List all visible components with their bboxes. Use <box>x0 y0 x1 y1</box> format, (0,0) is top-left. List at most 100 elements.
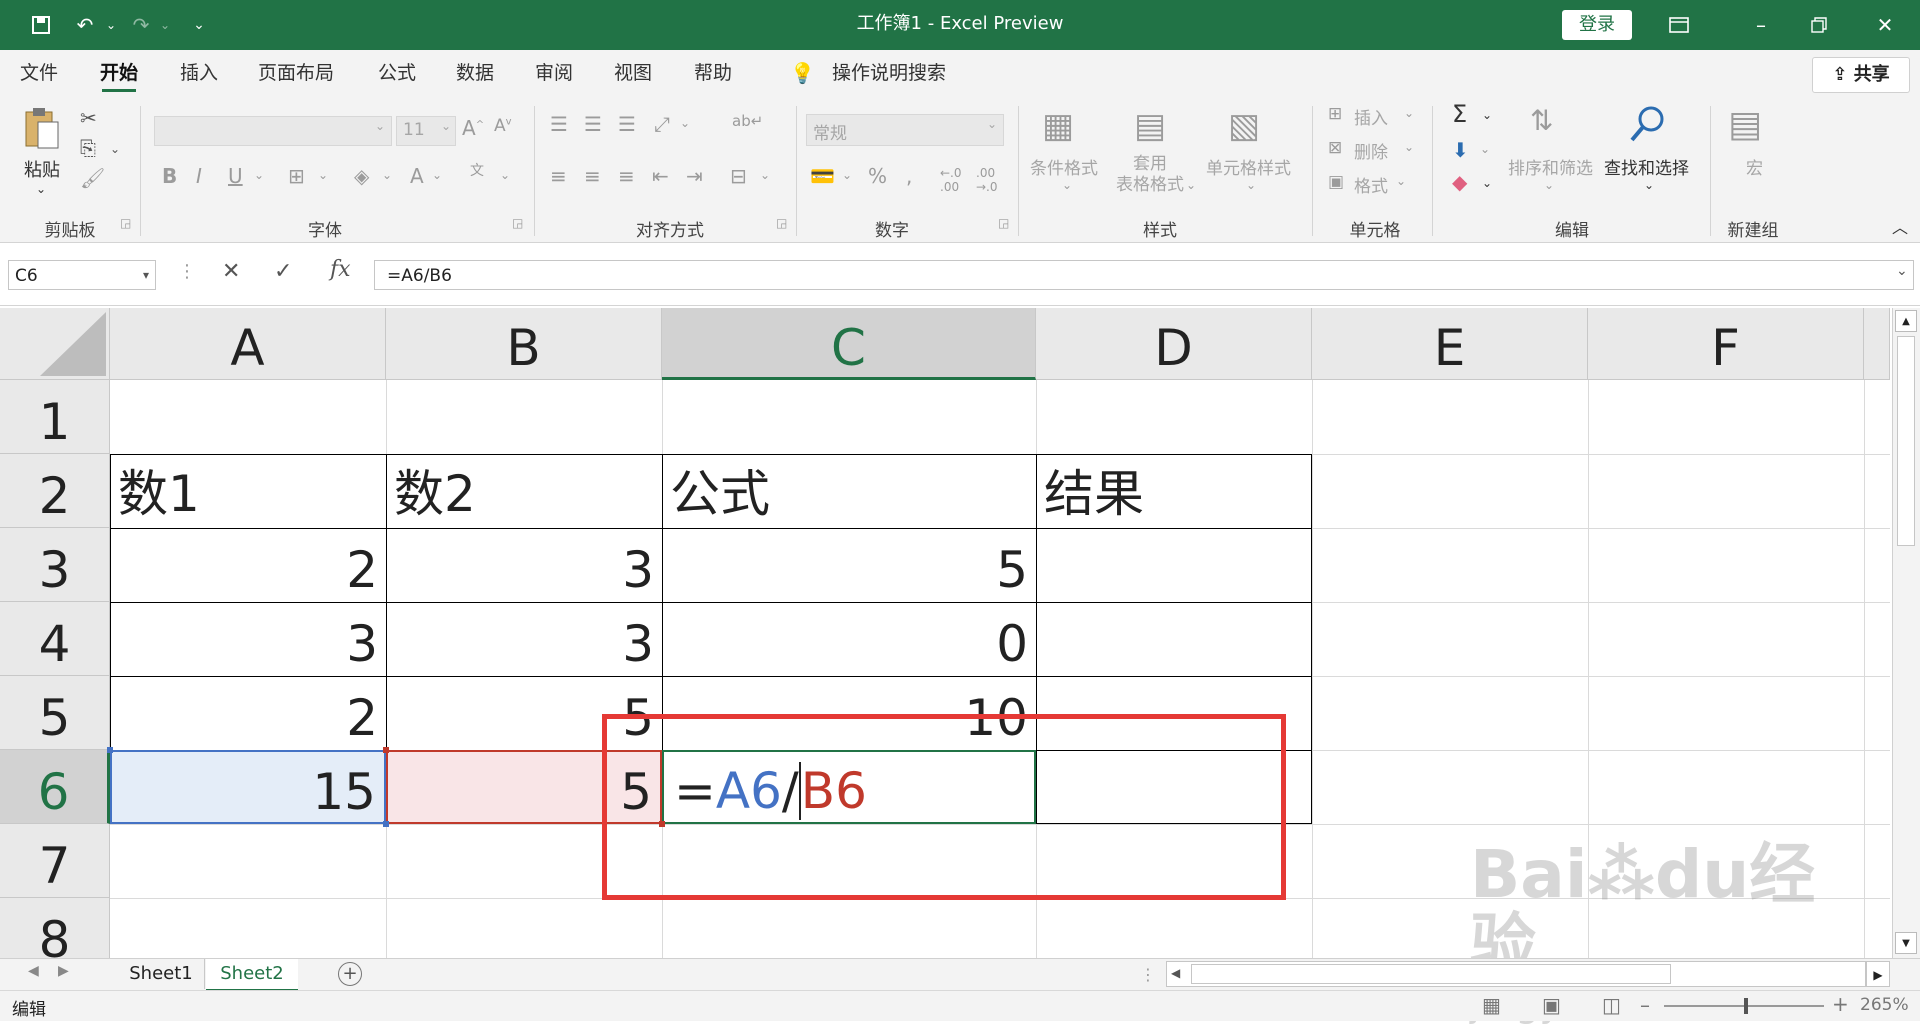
format-as-table-icon[interactable]: ▤ <box>1134 106 1166 146</box>
align-bottom-icon[interactable]: ☰ <box>618 112 636 136</box>
fill-color-icon[interactable]: ◈ <box>354 164 369 188</box>
autosum-dropdown-icon[interactable]: ⌄ <box>1482 108 1492 122</box>
add-sheet-icon[interactable]: + <box>338 962 362 986</box>
more-options-icon[interactable]: ⋮ <box>1140 965 1156 984</box>
decrease-decimal-icon[interactable]: .00 →.0 <box>976 166 998 194</box>
format-cells-label[interactable]: 格式 <box>1354 172 1388 197</box>
copy-icon[interactable]: ⎘ <box>80 136 96 160</box>
normal-view-icon[interactable]: ▦ <box>1482 993 1501 1017</box>
align-right-icon[interactable]: ≡ <box>618 164 635 188</box>
ribbon-display-icon[interactable] <box>1664 10 1694 40</box>
chevron-down-icon[interactable]: ⌄ <box>1062 178 1072 192</box>
cell-c4[interactable]: 0 <box>662 602 1028 676</box>
percent-icon[interactable]: % <box>868 164 887 188</box>
paste-icon[interactable] <box>22 106 62 150</box>
find-select-icon[interactable] <box>1628 104 1668 148</box>
increase-indent-icon[interactable]: ⇥ <box>686 164 703 188</box>
formula-input[interactable]: =A6/B6 <box>374 260 1914 290</box>
vertical-scrollbar[interactable]: ▲ ▼ <box>1892 308 1920 958</box>
chevron-down-icon[interactable]: ⌄ <box>1404 140 1414 154</box>
column-header-c[interactable]: C <box>662 308 1036 380</box>
sheet-tab-2[interactable]: Sheet2 <box>206 959 298 992</box>
column-header-g[interactable] <box>1864 308 1890 380</box>
cell-a3[interactable]: 2 <box>110 528 378 602</box>
conditional-format-icon[interactable]: ▦ <box>1042 106 1074 146</box>
font-name-select[interactable]: ⌄ <box>154 116 392 146</box>
alignment-launcher-icon[interactable]: ◲ <box>776 216 787 230</box>
page-break-view-icon[interactable]: ◫ <box>1602 993 1621 1017</box>
name-box[interactable]: C6 ▾ <box>8 260 156 290</box>
delete-cells-icon[interactable]: ⊠ <box>1328 138 1342 158</box>
autosum-icon[interactable]: Σ <box>1452 100 1467 128</box>
phonetic-dropdown-icon[interactable]: ⌄ <box>500 168 510 182</box>
row-header-8[interactable]: 8 <box>0 898 110 958</box>
insert-cells-label[interactable]: 插入 <box>1354 104 1388 129</box>
enter-icon[interactable]: ✓ <box>274 259 292 284</box>
zoom-out-icon[interactable]: – <box>1640 993 1650 1017</box>
paste-label[interactable]: 粘贴 <box>24 156 60 182</box>
cell-b3[interactable]: 3 <box>386 528 654 602</box>
insert-cells-icon[interactable]: ⊞ <box>1328 104 1342 124</box>
tell-me-search[interactable]: 操作说明搜索 <box>832 50 946 98</box>
prev-sheet-icon[interactable]: ◀ <box>28 963 39 979</box>
column-header-d[interactable]: D <box>1036 308 1312 380</box>
accounting-format-icon[interactable]: 💳 <box>810 164 835 188</box>
align-center-icon[interactable]: ≡ <box>584 164 601 188</box>
comma-style-icon[interactable]: , <box>906 164 912 188</box>
range-handle[interactable] <box>383 747 389 753</box>
column-header-e[interactable]: E <box>1312 308 1588 380</box>
format-cells-icon[interactable]: ▣ <box>1328 172 1344 192</box>
cell-d2[interactable]: 结果 <box>1044 454 1144 528</box>
border-dropdown-icon[interactable]: ⌄ <box>318 168 328 182</box>
delete-cells-label[interactable]: 删除 <box>1354 138 1388 163</box>
chevron-down-icon[interactable]: ▾ <box>143 260 149 290</box>
range-handle[interactable] <box>107 747 113 753</box>
font-size-select[interactable]: 11 ⌄ <box>396 116 456 146</box>
row-header-6[interactable]: 6 <box>0 750 110 824</box>
zoom-in-icon[interactable]: + <box>1832 992 1849 1016</box>
insert-function-icon[interactable]: fx <box>330 257 351 282</box>
chevron-down-icon[interactable]: ⌄ <box>1396 174 1406 188</box>
cell-b2[interactable]: 数2 <box>394 454 476 528</box>
copy-dropdown-icon[interactable]: ⌄ <box>110 142 120 156</box>
italic-icon[interactable]: I <box>196 164 202 188</box>
fill-icon[interactable]: ⬇ <box>1452 138 1469 162</box>
tab-review[interactable]: 审阅 <box>535 50 573 98</box>
merge-dropdown-icon[interactable]: ⌄ <box>760 168 770 182</box>
cell-c3[interactable]: 5 <box>662 528 1028 602</box>
wrap-text-icon[interactable]: ab↵ <box>732 112 763 130</box>
select-all-button[interactable] <box>0 308 110 380</box>
orientation-dropdown-icon[interactable]: ⌄ <box>680 116 690 130</box>
increase-decimal-icon[interactable]: ←.0.00 <box>940 166 962 194</box>
row-header-4[interactable]: 4 <box>0 602 110 676</box>
underline-icon[interactable]: U <box>228 164 243 188</box>
cell-styles-icon[interactable]: ▧ <box>1228 106 1260 146</box>
sort-filter-icon[interactable]: ⇅ <box>1530 104 1553 137</box>
share-button[interactable]: ⇪ 共享 <box>1812 57 1910 93</box>
font-color-dropdown-icon[interactable]: ⌄ <box>432 168 442 182</box>
chevron-down-icon[interactable]: ⌄ <box>1644 178 1654 192</box>
paste-dropdown-icon[interactable]: ⌄ <box>36 182 46 196</box>
underline-dropdown-icon[interactable]: ⌄ <box>254 168 264 182</box>
tab-insert[interactable]: 插入 <box>180 50 218 98</box>
font-launcher-icon[interactable]: ◲ <box>512 216 523 230</box>
collapse-ribbon-icon[interactable]: ︿ <box>1892 214 1908 238</box>
scroll-thumb[interactable] <box>1191 964 1671 984</box>
login-button[interactable]: 登录 <box>1562 10 1632 40</box>
scroll-thumb[interactable] <box>1897 336 1915 546</box>
cell-styles-label[interactable]: 单元格样式 <box>1206 154 1291 179</box>
macro-label[interactable]: 宏 <box>1746 154 1763 179</box>
cell-a5[interactable]: 2 <box>110 676 378 750</box>
cell-a2[interactable]: 数1 <box>118 454 200 528</box>
page-layout-view-icon[interactable]: ▣ <box>1542 993 1561 1017</box>
cell-a4[interactable]: 3 <box>110 602 378 676</box>
next-sheet-icon[interactable]: ▶ <box>58 963 69 979</box>
tab-view[interactable]: 视图 <box>614 50 652 98</box>
close-icon[interactable]: ✕ <box>1870 10 1900 40</box>
chevron-down-icon[interactable]: ⌄ <box>1544 178 1554 192</box>
scroll-left-icon[interactable]: ◀ <box>1171 966 1180 980</box>
align-left-icon[interactable]: ≡ <box>550 164 567 188</box>
sort-filter-label[interactable]: 排序和筛选 <box>1508 154 1593 179</box>
column-header-b[interactable]: B <box>386 308 662 380</box>
find-select-label[interactable]: 查找和选择 <box>1604 154 1689 179</box>
